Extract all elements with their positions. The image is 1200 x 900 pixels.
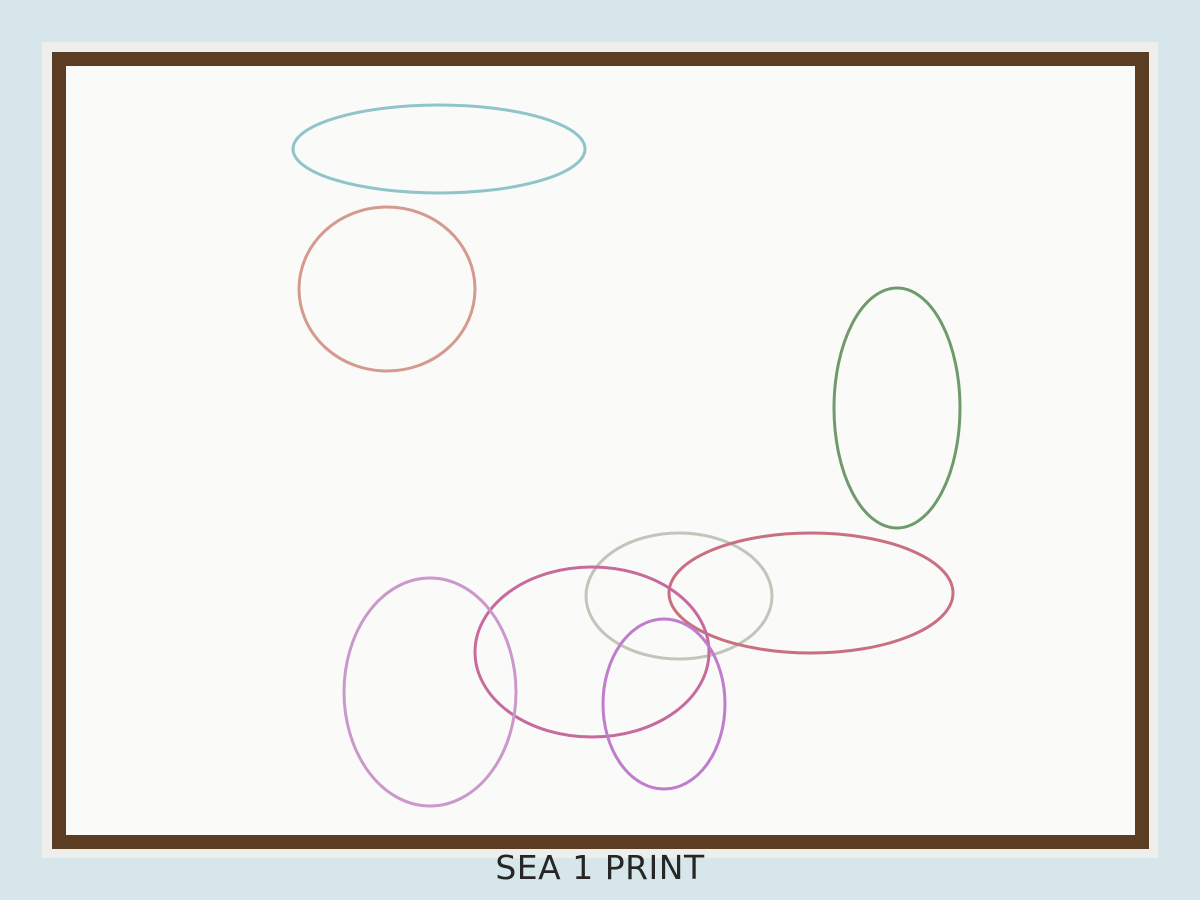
green-ellipse — [832, 286, 962, 530]
print-caption: SEA 1 PRINT — [495, 848, 705, 887]
teal-ellipse — [291, 103, 587, 195]
crimson-ellipse — [667, 531, 955, 655]
rose-ellipse — [297, 205, 477, 373]
ellipse-artwork — [291, 103, 962, 808]
violet-ellipse — [601, 617, 727, 791]
